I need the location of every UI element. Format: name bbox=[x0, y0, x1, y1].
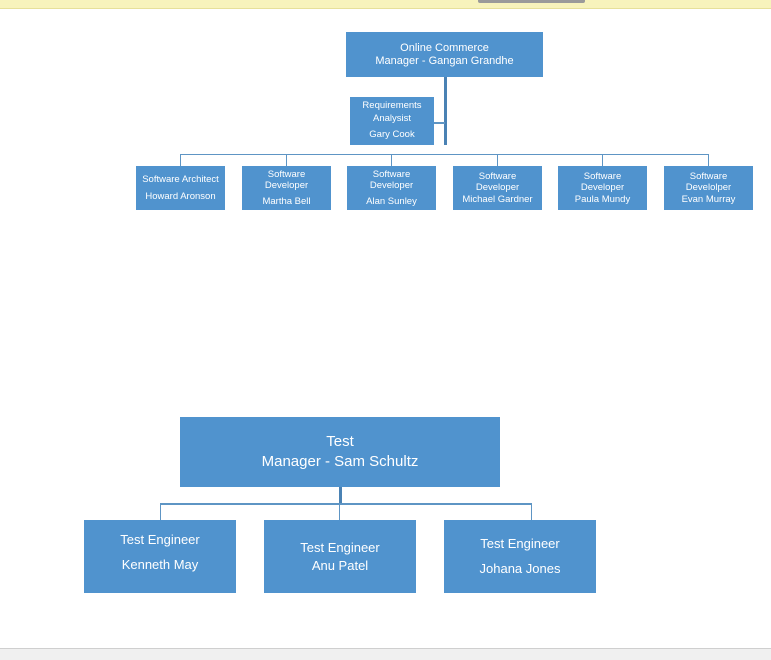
connector-root-spine bbox=[444, 77, 447, 145]
org-node-title-line1: Software Architect bbox=[142, 173, 219, 185]
connector-drop-3 bbox=[391, 154, 392, 166]
org-node-test-engineer-1[interactable]: Test Engineer Kenneth May bbox=[84, 520, 236, 593]
org-node-person: Manager - Gangan Grandhe bbox=[375, 54, 514, 67]
org-node-title-line1: Software bbox=[267, 168, 306, 180]
org-node-title-line2: Developer bbox=[369, 180, 414, 192]
top-grey-bar bbox=[478, 0, 585, 3]
org-node-report-1[interactable]: Software Architect Howard Aronson bbox=[136, 166, 225, 210]
org-node-person: Johana Jones bbox=[479, 560, 561, 576]
org-node-requirements-analyst[interactable]: Requirements Analysist Gary Cook bbox=[350, 97, 434, 145]
org-node-person: Evan Murray bbox=[681, 193, 736, 205]
org-node-title: Test bbox=[326, 432, 354, 450]
connector-test-drop-3 bbox=[531, 503, 532, 520]
connector-drop-5 bbox=[602, 154, 603, 166]
org-node-person: Anu Patel bbox=[311, 557, 369, 573]
org-node-report-2[interactable]: Software Developer Martha Bell bbox=[242, 166, 331, 210]
org-node-title: Online Commerce bbox=[400, 41, 489, 54]
org-node-test-manager[interactable]: Test Manager - Sam Schultz bbox=[180, 417, 500, 487]
org-node-person: Manager - Sam Schultz bbox=[261, 453, 419, 470]
connector-drop-6 bbox=[708, 154, 709, 166]
org-node-person: Gary Cook bbox=[369, 129, 415, 141]
connector-test-drop-2 bbox=[339, 503, 340, 520]
footer-strip bbox=[0, 648, 771, 660]
org-node-title-line1: Software bbox=[372, 168, 411, 180]
org-node-title-line1: Software bbox=[478, 170, 517, 182]
org-node-report-3[interactable]: Software Developer Alan Sunley bbox=[347, 166, 436, 210]
connector-drop-2 bbox=[286, 154, 287, 166]
org-node-title: Test Engineer bbox=[480, 535, 560, 551]
org-node-title-line2: Analysist bbox=[372, 112, 411, 124]
org-node-test-engineer-2[interactable]: Test Engineer Anu Patel bbox=[264, 520, 416, 593]
org-node-title-line1: Software bbox=[583, 170, 622, 182]
org-node-title-line1: Requirements bbox=[362, 99, 422, 111]
connector-test-spine bbox=[339, 487, 342, 504]
connector-reports-bus bbox=[180, 154, 709, 155]
connector-staff-stub bbox=[434, 122, 445, 124]
org-node-person: Michael Gardner bbox=[462, 193, 533, 205]
org-node-title-line2: Developer bbox=[580, 182, 625, 194]
org-node-test-engineer-3[interactable]: Test Engineer Johana Jones bbox=[444, 520, 596, 593]
org-node-title: Test Engineer bbox=[300, 539, 380, 555]
connector-drop-1 bbox=[180, 154, 181, 166]
org-node-report-5[interactable]: Software Developer Paula Mundy bbox=[558, 166, 647, 210]
org-node-report-6[interactable]: Software Develolper Evan Murray bbox=[664, 166, 753, 210]
org-node-title: Test Engineer bbox=[120, 532, 200, 547]
org-node-title-line2: Developer bbox=[264, 180, 309, 192]
org-node-title-line1: Software bbox=[689, 170, 728, 182]
top-highlight-band bbox=[0, 0, 771, 9]
org-node-person: Paula Mundy bbox=[574, 193, 631, 205]
org-chart-canvas: Online Commerce Manager - Gangan Grandhe… bbox=[0, 9, 771, 648]
org-node-person: Alan Sunley bbox=[366, 195, 417, 207]
connector-test-bus bbox=[160, 503, 532, 505]
org-node-person: Kenneth May bbox=[121, 556, 199, 572]
connector-test-drop-1 bbox=[160, 503, 161, 520]
org-node-person: Martha Bell bbox=[262, 195, 311, 207]
org-node-title-line2: Developer bbox=[475, 182, 520, 194]
org-node-person: Howard Aronson bbox=[145, 190, 216, 202]
org-node-report-4[interactable]: Software Developer Michael Gardner bbox=[453, 166, 542, 210]
connector-drop-4 bbox=[497, 154, 498, 166]
org-node-online-commerce[interactable]: Online Commerce Manager - Gangan Grandhe bbox=[346, 32, 543, 77]
org-node-title-line2: Develolper bbox=[685, 182, 732, 194]
